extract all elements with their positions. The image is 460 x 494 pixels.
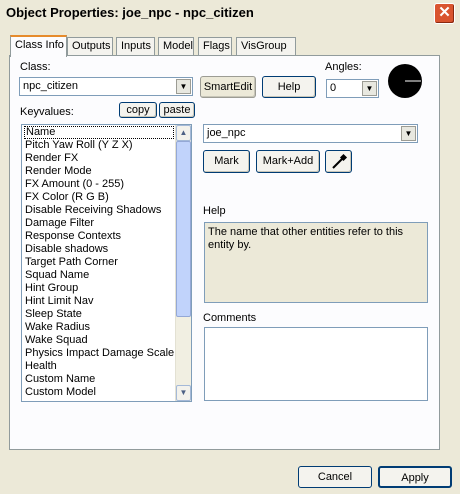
picker-button[interactable]: [325, 150, 352, 173]
smartedit-toggle[interactable]: SmartEdit: [200, 76, 256, 98]
list-item[interactable]: Sleep State: [24, 308, 174, 321]
paste-button[interactable]: paste: [159, 102, 195, 118]
angle-dial-icon[interactable]: [386, 62, 424, 100]
chevron-down-icon: ▼: [401, 126, 416, 141]
help-section-label: Help: [203, 205, 226, 217]
list-item[interactable]: Custom Model: [24, 386, 174, 399]
eyedropper-icon: [331, 153, 347, 169]
apply-button[interactable]: Apply: [378, 466, 452, 488]
help-button[interactable]: Help: [262, 76, 316, 98]
list-item[interactable]: Render FX: [24, 152, 174, 165]
list-item[interactable]: Hint Limit Nav: [24, 295, 174, 308]
scroll-thumb[interactable]: [176, 141, 191, 317]
list-item[interactable]: FX Amount (0 - 255): [24, 178, 174, 191]
angles-value: 0: [330, 82, 337, 94]
keyvalues-scrollbar[interactable]: ▲ ▼: [175, 125, 191, 401]
class-value: npc_citizen: [23, 80, 79, 92]
list-item[interactable]: Response Contexts: [24, 230, 174, 243]
help-text: The name that other entities refer to th…: [208, 226, 404, 251]
comments-label: Comments: [203, 312, 257, 324]
list-item[interactable]: Squad Name: [24, 269, 174, 282]
list-item[interactable]: Disable Receiving Shadows: [24, 204, 174, 217]
tab-class-info[interactable]: Class Info: [10, 35, 67, 57]
list-item[interactable]: Health: [24, 360, 174, 373]
tab-inputs[interactable]: Inputs: [116, 37, 155, 56]
close-icon: ✕: [438, 4, 451, 21]
title-bar: Object Properties: joe_npc - npc_citizen…: [0, 0, 460, 26]
tab-flags[interactable]: Flags: [198, 37, 232, 56]
copy-button[interactable]: copy: [119, 102, 157, 118]
list-item[interactable]: Physics Impact Damage Scale: [24, 347, 174, 360]
tab-model[interactable]: Model: [158, 37, 194, 56]
list-item[interactable]: Name: [24, 126, 174, 139]
chevron-down-icon[interactable]: ▼: [176, 385, 191, 401]
angles-select[interactable]: 0 ▼: [326, 79, 379, 98]
chevron-down-icon: ▼: [176, 79, 191, 94]
chevron-up-icon[interactable]: ▲: [176, 125, 191, 141]
tab-visgroup[interactable]: VisGroup: [236, 37, 296, 56]
list-item[interactable]: Damage Filter: [24, 217, 174, 230]
value-select[interactable]: joe_npc ▼: [203, 124, 418, 143]
chevron-down-icon: ▼: [362, 81, 377, 96]
value-text: joe_npc: [207, 127, 246, 139]
list-item[interactable]: FX Color (R G B): [24, 191, 174, 204]
close-button[interactable]: ✕: [434, 3, 455, 24]
list-item[interactable]: Wake Radius: [24, 321, 174, 334]
angles-label: Angles:: [325, 61, 362, 73]
help-text-box: The name that other entities refer to th…: [204, 222, 428, 303]
class-info-panel: Class: npc_citizen ▼ SmartEdit Help Angl…: [9, 55, 440, 450]
list-item[interactable]: Wake Squad: [24, 334, 174, 347]
comments-field[interactable]: [204, 327, 428, 401]
list-item[interactable]: Target Path Corner: [24, 256, 174, 269]
mark-add-button[interactable]: Mark+Add: [256, 150, 320, 173]
keyvalues-list[interactable]: Name Pitch Yaw Roll (Y Z X) Render FX Re…: [21, 124, 192, 402]
window-title: Object Properties: joe_npc - npc_citizen: [6, 5, 254, 20]
class-label: Class:: [20, 61, 51, 73]
list-item[interactable]: Hint Group: [24, 282, 174, 295]
mark-button[interactable]: Mark: [203, 150, 250, 173]
keyvalues-label: Keyvalues:: [20, 106, 74, 118]
list-item[interactable]: Disable shadows: [24, 243, 174, 256]
cancel-button[interactable]: Cancel: [298, 466, 372, 488]
class-select[interactable]: npc_citizen ▼: [19, 77, 193, 96]
tab-outputs[interactable]: Outputs: [67, 37, 113, 56]
list-item[interactable]: Render Mode: [24, 165, 174, 178]
list-item[interactable]: Custom Name: [24, 373, 174, 386]
list-item[interactable]: Pitch Yaw Roll (Y Z X): [24, 139, 174, 152]
